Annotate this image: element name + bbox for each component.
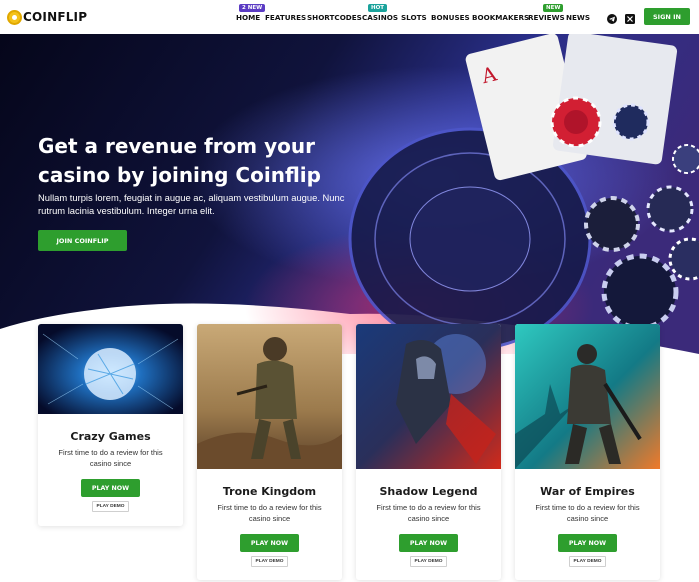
- game-card-title: Shadow Legend: [379, 485, 478, 498]
- main-nav: 2 NEW HOME FEATURES SHORTCODES HOT CASIN…: [0, 4, 699, 23]
- play-demo-button[interactable]: PLAY DEMO: [251, 556, 288, 567]
- play-now-button[interactable]: PLAY NOW: [240, 534, 299, 552]
- nav-item-news[interactable]: NEWS: [566, 13, 590, 22]
- hero-subtitle: Nullam turpis lorem, feugiat in augue ac…: [38, 192, 345, 216]
- play-demo-button[interactable]: PLAY DEMO: [410, 556, 447, 567]
- nav-badge-casinos: HOT: [368, 4, 388, 12]
- nav-item-shortcodes[interactable]: SHORTCODES: [307, 13, 362, 22]
- nav-item-bookmakers[interactable]: BOOKMAKERS: [472, 13, 529, 22]
- play-demo-button[interactable]: PLAY DEMO: [569, 556, 606, 567]
- game-card-crazy-games[interactable]: Crazy Games First time to do a review fo…: [38, 324, 183, 526]
- play-demo-button[interactable]: PLAY DEMO: [92, 501, 129, 512]
- nav-item-features[interactable]: FEATURES: [265, 13, 306, 22]
- game-card-description: First time to do a review for this casin…: [376, 503, 481, 523]
- game-card-description: First time to do a review for this casin…: [58, 448, 163, 468]
- game-card-image[interactable]: [515, 324, 660, 469]
- telegram-icon[interactable]: [607, 11, 617, 24]
- nav-item-bonuses[interactable]: BONUSES: [431, 13, 470, 22]
- game-card-description: First time to do a review for this casin…: [535, 503, 640, 523]
- game-card-title: Trone Kingdom: [222, 485, 317, 498]
- game-card-trone-kingdom[interactable]: Trone Kingdom First time to do a review …: [197, 324, 342, 580]
- game-card-image[interactable]: [356, 324, 501, 469]
- hero-banner: A Get a revenue from your casino by join…: [0, 34, 699, 354]
- game-card-title: Crazy Games: [70, 430, 151, 443]
- game-card-image[interactable]: [38, 324, 183, 414]
- game-card-image[interactable]: [197, 324, 342, 469]
- nav-badge-home: 2 NEW: [239, 4, 266, 12]
- x-twitter-icon[interactable]: [625, 11, 635, 24]
- play-now-button[interactable]: PLAY NOW: [399, 534, 458, 552]
- game-card-title: War of Empires: [540, 485, 635, 498]
- nav-item-casinos[interactable]: HOT CASINOS: [362, 4, 398, 22]
- play-now-button[interactable]: PLAY NOW: [81, 479, 140, 497]
- game-card-shadow-legend[interactable]: Shadow Legend First time to do a review …: [356, 324, 501, 580]
- play-now-button[interactable]: PLAY NOW: [558, 534, 617, 552]
- nav-item-home[interactable]: 2 NEW HOME: [236, 4, 266, 22]
- nav-badge-reviews: NEW: [543, 4, 564, 12]
- hero-title: Get a revenue from your casino by joinin…: [38, 134, 321, 187]
- game-card-description: First time to do a review for this casin…: [217, 503, 322, 523]
- join-coinflip-button[interactable]: JOIN COINFLIP: [38, 230, 127, 251]
- sign-in-button[interactable]: SIGN IN: [644, 8, 690, 25]
- site-header: COINFLIP 2 NEW HOME FEATURES SHORTCODES …: [0, 0, 699, 34]
- nav-item-reviews[interactable]: NEW REVIEWS: [528, 4, 565, 22]
- nav-item-slots[interactable]: SLOTS: [401, 13, 427, 22]
- game-card-war-of-empires[interactable]: War of Empires First time to do a review…: [515, 324, 660, 580]
